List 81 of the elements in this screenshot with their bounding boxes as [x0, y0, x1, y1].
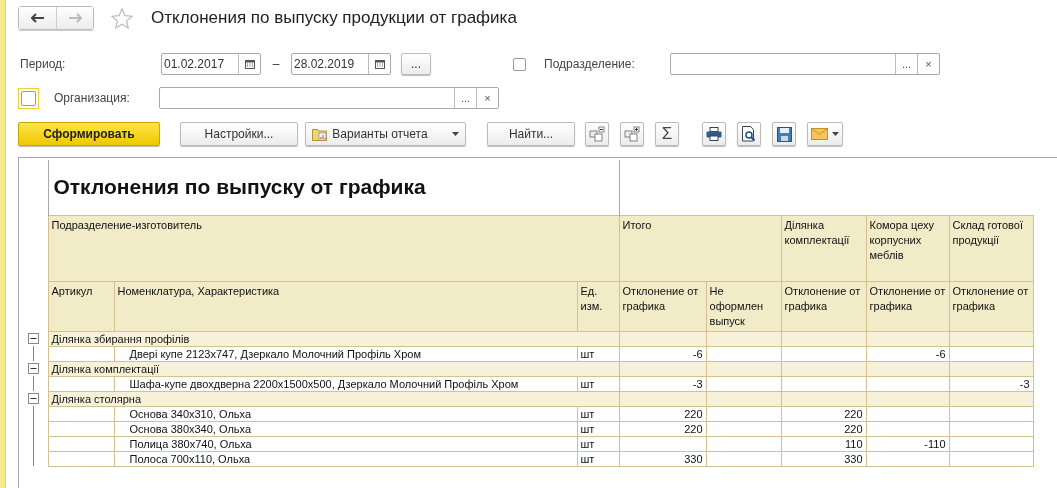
- table-cell: -3: [619, 376, 707, 391]
- column-header: Номенклатура, Характеристика: [114, 281, 577, 331]
- column-header: Ед. изм.: [577, 281, 620, 331]
- period-choose-button[interactable]: ...: [401, 53, 431, 75]
- calendar-icon: [374, 59, 385, 69]
- range-separator: –: [271, 57, 281, 71]
- column-header: Комора цеху корпусних меблів: [866, 215, 950, 281]
- window-title: Отклонения по выпуску продукции от графика: [151, 8, 517, 28]
- column-header: Склад готової продукції: [949, 215, 1034, 281]
- table-cell: 330: [619, 451, 707, 466]
- table-cell: Двері купе 2123х747, Дзеркало Молочний Профіль Хром: [114, 346, 577, 361]
- table-cell: Полица 380х740, Ольха: [114, 436, 577, 451]
- save-button[interactable]: [772, 122, 796, 146]
- table-cell: -3: [949, 376, 1034, 391]
- settings-button[interactable]: Настройки...: [180, 122, 298, 146]
- column-header: Отклонение от графика: [866, 281, 950, 331]
- expand-groups-button[interactable]: [620, 122, 644, 146]
- collapse-toggle-icon[interactable]: [28, 393, 39, 404]
- print-button[interactable]: [702, 122, 726, 146]
- table-cell: Основа 340х310, Ольха: [114, 406, 577, 421]
- find-button[interactable]: Найти...: [487, 122, 575, 146]
- preview-button[interactable]: [737, 122, 761, 146]
- collapse-toggle-icon[interactable]: [28, 333, 39, 344]
- report-title: Отклонения по выпуску от графика: [53, 175, 426, 199]
- envelope-icon: [811, 128, 828, 140]
- collapse-icon: [589, 126, 605, 142]
- date-field[interactable]: 01.02.2017: [161, 53, 261, 75]
- date-field[interactable]: 28.02.2019: [291, 53, 391, 75]
- collapse-toggle-icon[interactable]: [28, 363, 39, 374]
- table-cell: 110: [781, 436, 867, 451]
- printer-icon: [706, 127, 722, 141]
- column-header: Отклонение от графика: [949, 281, 1034, 331]
- column-header: Артикул: [48, 281, 114, 331]
- column-header: Не оформлен выпуск: [706, 281, 782, 331]
- sum-button[interactable]: Σ: [655, 122, 679, 146]
- column-header: Подразделение-изготовитель: [48, 215, 620, 281]
- folder-icon: [312, 127, 329, 141]
- column-header: Ділянка комплектації: [781, 215, 867, 281]
- subdivision-field[interactable]: ... ×: [670, 53, 940, 75]
- select-button[interactable]: ...: [895, 54, 917, 74]
- table-cell: -6: [866, 346, 950, 361]
- table-cell: 220: [619, 406, 707, 421]
- organization-field[interactable]: ... ×: [159, 87, 499, 109]
- generate-button[interactable]: Сформировать: [18, 122, 160, 146]
- send-email-button[interactable]: [807, 122, 843, 146]
- calendar-icon: [244, 59, 255, 69]
- table-cell: 220: [619, 421, 707, 436]
- table-cell: Шафа-купе двохдверна 2200х1500х500, Дзеркало Молочний Профіль Хром: [114, 376, 577, 391]
- star-icon[interactable]: [111, 7, 133, 29]
- table-cell: шт: [577, 436, 620, 451]
- table-cell: 220: [781, 421, 867, 436]
- back-button[interactable]: [19, 7, 56, 29]
- checkbox[interactable]: [513, 57, 526, 71]
- table-cell: шт: [577, 376, 620, 391]
- table-cell: шт: [577, 421, 620, 436]
- expand-icon: [624, 126, 640, 142]
- table-cell: -6: [619, 346, 707, 361]
- table-cell: 330: [781, 451, 867, 466]
- subdivision-label: Подразделение:: [544, 57, 636, 71]
- table-cell: шт: [577, 346, 620, 361]
- column-header: Отклонение от графика: [781, 281, 867, 331]
- table-cell: шт: [577, 406, 620, 421]
- table-cell: -110: [866, 436, 950, 451]
- period-label: Период:: [19, 57, 67, 71]
- preview-icon: [742, 126, 756, 142]
- table-cell: Основа 380х340, Ольха: [114, 421, 577, 436]
- column-header: Итого: [619, 215, 782, 281]
- table-cell: Полоса 700х110, Ольха: [114, 451, 577, 466]
- table-cell: 220: [781, 406, 867, 421]
- collapse-groups-button[interactable]: [585, 122, 609, 146]
- caret-icon: [451, 132, 459, 136]
- clear-button[interactable]: ×: [917, 54, 939, 74]
- forward-arrow-icon: [68, 13, 82, 23]
- back-arrow-icon: [30, 13, 45, 23]
- column-header: Отклонение от графика: [619, 281, 707, 331]
- report-variants-button[interactable]: Варианты отчета: [305, 122, 466, 146]
- table-cell: шт: [577, 451, 620, 466]
- clear-button[interactable]: ×: [476, 88, 498, 108]
- organization-label: Организация:: [54, 91, 131, 105]
- select-button[interactable]: ...: [454, 88, 476, 108]
- caret-icon: [832, 132, 839, 136]
